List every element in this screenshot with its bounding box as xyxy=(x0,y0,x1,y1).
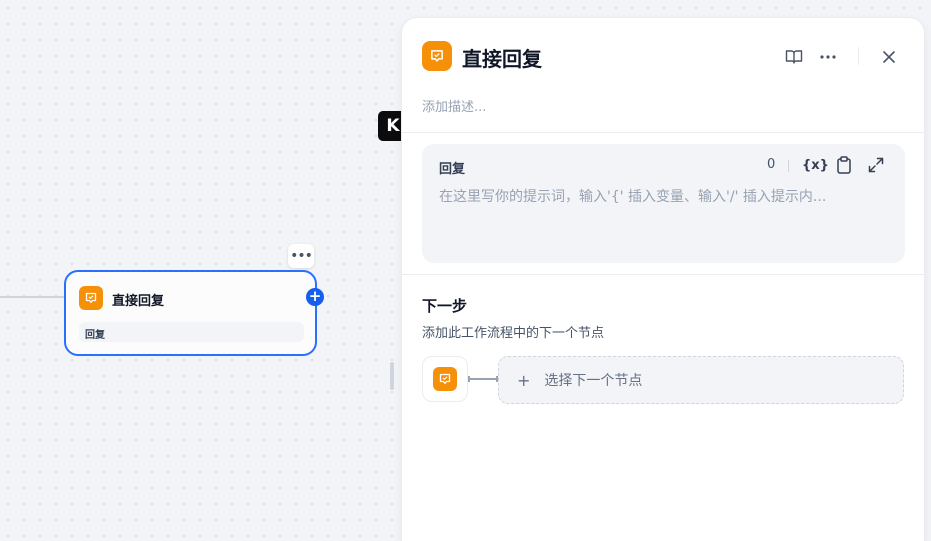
logo-text: K xyxy=(386,116,400,136)
node-more-button[interactable]: ••• xyxy=(288,244,314,268)
next-step-title: 下一步 xyxy=(422,297,468,315)
next-step-description: 添加此工作流程中的下一个节点 xyxy=(422,326,605,341)
reply-textarea[interactable]: 在这里写你的提示词，输入'{' 插入变量、输入'/' 插入提示内... xyxy=(439,186,889,206)
reply-node-icon xyxy=(422,41,452,71)
char-count: 0 xyxy=(767,157,776,172)
clipboard-icon[interactable] xyxy=(836,154,852,176)
current-node-icon-box xyxy=(422,356,468,402)
node-title: 直接回复 xyxy=(112,294,165,309)
reply-editor[interactable]: 回复 0 {x} 在这里写你的提示词，输入'{' 插入变量、输入'/' 插入提示… xyxy=(422,144,905,263)
node-variable-chip: 回复 xyxy=(79,322,304,342)
next-step-connector xyxy=(468,376,498,382)
add-next-node-button[interactable]: + xyxy=(306,288,324,306)
book-icon[interactable] xyxy=(783,46,805,68)
close-icon[interactable] xyxy=(878,46,900,68)
reply-label: 回复 xyxy=(439,162,466,177)
reply-node-icon xyxy=(79,286,103,310)
variable-button-label: {x} xyxy=(802,157,829,173)
answer-node[interactable]: 直接回复 回复 xyxy=(64,270,317,356)
more-icon[interactable] xyxy=(817,46,839,68)
header-divider xyxy=(858,47,859,65)
divider xyxy=(402,274,924,275)
edge-connector xyxy=(0,296,64,298)
node-settings-panel: 直接回复 添加描述... 回复 0 {x} 在这里写你的提示词，输入'{' 插入… xyxy=(401,17,925,541)
panel-title[interactable]: 直接回复 xyxy=(462,43,542,72)
divider xyxy=(402,132,924,133)
reply-node-icon xyxy=(433,367,457,391)
select-next-node-button[interactable]: + 选择下一个节点 xyxy=(498,356,904,404)
panel-resize-handle[interactable] xyxy=(390,362,394,390)
select-next-node-label: 选择下一个节点 xyxy=(544,373,643,389)
description-input[interactable]: 添加描述... xyxy=(422,96,486,115)
toolbar-divider xyxy=(788,160,789,172)
insert-variable-icon[interactable]: {x} xyxy=(802,154,829,176)
plus-icon: + xyxy=(517,370,531,390)
expand-icon[interactable] xyxy=(868,154,884,176)
more-icon: ••• xyxy=(290,248,313,264)
